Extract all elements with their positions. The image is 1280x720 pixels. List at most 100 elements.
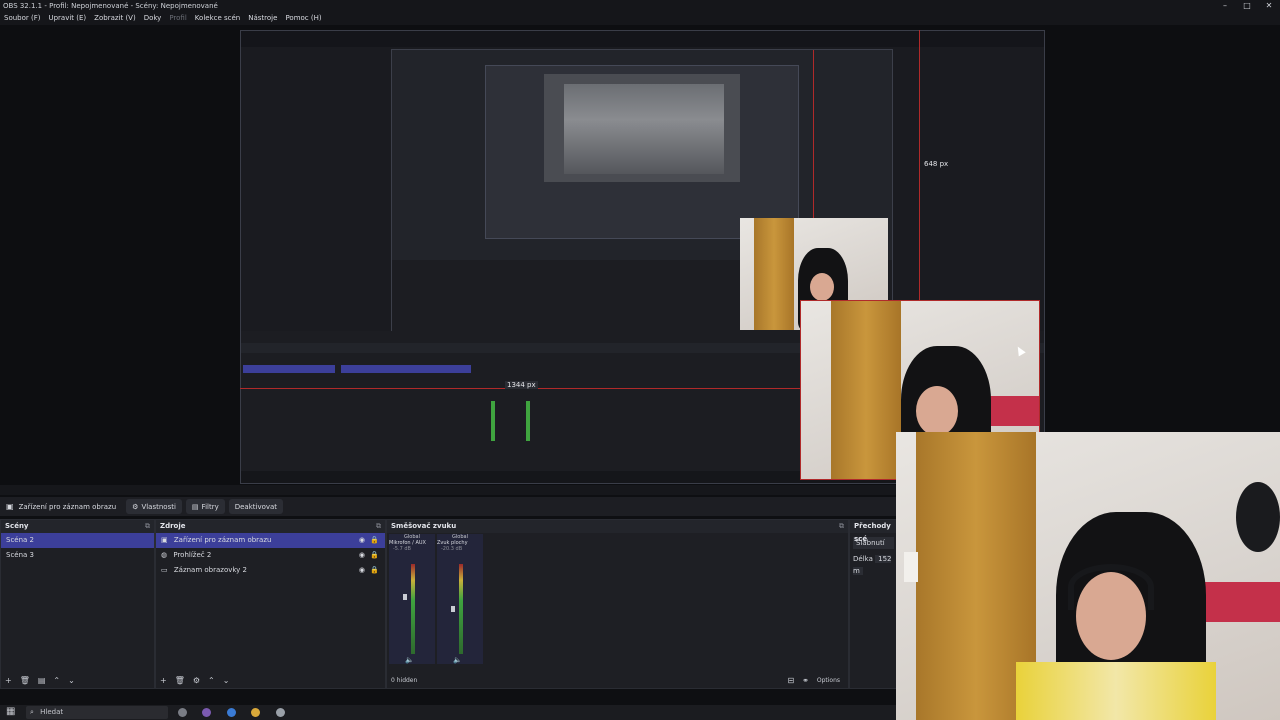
scene-item[interactable]: Scéna 3 (1, 548, 154, 563)
gear-icon: ⚙ (132, 502, 139, 511)
minimize-button[interactable]: – (1214, 0, 1236, 11)
chevron-up-icon[interactable]: ⌃ (208, 676, 215, 685)
layout-icon[interactable]: ⊟ (787, 676, 794, 685)
duration-label: Délka (853, 555, 873, 563)
chevron-up-icon[interactable]: ⌃ (53, 676, 60, 685)
nested-source-selected (341, 365, 471, 373)
add-icon[interactable]: + (160, 676, 167, 685)
audio-mixer-dock: Směšovač zvuku ⧉ Global Mikrofon / AUX -… (386, 519, 849, 689)
menu-file[interactable]: Soubor (F) (0, 14, 44, 22)
scene-item[interactable]: Scéna 2 (1, 533, 154, 548)
menu-tools[interactable]: Nástroje (244, 14, 281, 22)
source-label: Záznam obrazovky 2 (173, 566, 248, 574)
source-item[interactable]: ◍ Prohlížeč 2 ◉ 🔒 (156, 548, 385, 563)
lock-icon[interactable]: 🔒 (370, 563, 379, 578)
mixer-channel: Global Zvuk plochy -20.3 dB 🔈 (437, 534, 483, 664)
taskbar-app-icon[interactable] (178, 708, 187, 717)
webcam-shirt (1016, 662, 1216, 720)
preview-zoom-row (0, 485, 896, 495)
taskbar-search[interactable]: ⌕ Hledat (26, 706, 168, 719)
transitions-header: Přechody scé (850, 520, 897, 543)
maximize-button[interactable]: □ (1236, 0, 1258, 11)
context-source-name: Zařízení pro záznam obrazu (18, 502, 117, 511)
gear-icon[interactable]: ⚙ (193, 676, 200, 685)
webcam-head (916, 386, 958, 436)
webcam-switch (904, 552, 918, 582)
volume-slider[interactable] (451, 606, 455, 612)
start-icon[interactable]: ▦ (6, 706, 15, 717)
properties-button[interactable]: ⚙ Vlastnosti (126, 499, 182, 514)
lock-icon[interactable]: 🔒 (370, 533, 379, 548)
monitor-icon: ▭ (161, 566, 168, 574)
search-icon: ⌕ (30, 708, 34, 716)
menu-bar: Soubor (F) Upravit (E) Zobrazit (V) Doky… (0, 11, 1280, 25)
globe-icon: ◍ (161, 551, 168, 559)
scenes-title: Scény (5, 522, 29, 530)
chevron-down-icon[interactable]: ⌄ (68, 676, 75, 685)
duration-row: Délka 152 m (850, 553, 897, 577)
deactivate-label: Deaktivovat (234, 502, 278, 511)
link-icon[interactable]: ⚭ (802, 676, 809, 685)
taskbar-app-icon[interactable] (227, 708, 236, 717)
scene-label: Scéna 3 (6, 551, 35, 559)
chevron-down-icon[interactable]: ⌄ (223, 676, 230, 685)
measure-line-vertical-nested (813, 50, 814, 220)
menu-view[interactable]: Zobrazit (V) (90, 14, 140, 22)
nested-meter-2 (526, 401, 530, 441)
undock-icon[interactable]: ⧉ (839, 520, 844, 533)
nested-scene-selected (243, 365, 335, 373)
channel-db: -5.7 dB (393, 546, 411, 552)
filters-label: Filtry (201, 502, 219, 511)
menu-help[interactable]: Pomoc (H) (281, 14, 325, 22)
filters-button[interactable]: ▤ Filtry (185, 499, 225, 514)
eye-icon[interactable]: ◉ (359, 533, 365, 548)
source-item[interactable]: ▭ Záznam obrazovky 2 ◉ 🔒 (156, 563, 385, 578)
eye-icon[interactable]: ◉ (359, 563, 365, 578)
chrome-icon[interactable] (251, 708, 260, 717)
menu-profile[interactable]: Profil (165, 14, 190, 22)
webcam-overlay (896, 432, 1280, 720)
lock-icon[interactable]: 🔒 (370, 548, 379, 563)
sources-toolbar: + 🗑 ⚙ ⌃ ⌄ (156, 672, 385, 688)
context-bar: ▣ Zařízení pro záznam obrazu ⚙ Vlastnost… (0, 497, 896, 516)
webcam-headset (1068, 564, 1154, 610)
close-button[interactable]: ✕ (1258, 0, 1280, 11)
webcam-door (754, 218, 794, 330)
window-controls: – □ ✕ (1214, 0, 1280, 11)
scenes-header: Scény ⧉ (1, 520, 154, 533)
speaker-icon[interactable]: 🔈 (405, 656, 414, 664)
eye-icon[interactable]: ◉ (359, 548, 365, 563)
source-item[interactable]: ▣ Zařízení pro záznam obrazu ◉ 🔒 (156, 533, 385, 548)
taskbar-app-icon[interactable] (202, 708, 211, 717)
deactivate-button[interactable]: Deaktivovat (228, 499, 284, 514)
mixer-title: Směšovač zvuku (391, 522, 457, 530)
volume-slider[interactable] (403, 594, 407, 600)
measure-label-horizontal: 1344 px (505, 381, 538, 389)
scenes-toolbar: + 🗑 ▤ ⌃ ⌄ (1, 672, 154, 688)
webcam-mic (1236, 482, 1280, 552)
filter-icon: ▤ (191, 502, 199, 511)
undock-icon[interactable]: ⧉ (145, 520, 150, 533)
hidden-count: 0 hidden (391, 676, 418, 684)
nested-meter-1 (491, 401, 495, 441)
nested-preview-2 (485, 65, 799, 239)
trash-icon[interactable]: 🗑 (20, 676, 30, 685)
speaker-icon[interactable]: 🔈 (453, 656, 462, 664)
menu-scene-collection[interactable]: Kolekce scén (191, 14, 244, 22)
menu-edit[interactable]: Upravit (E) (44, 14, 90, 22)
channel-db: -20.3 dB (441, 546, 463, 552)
mixer-header: Směšovač zvuku ⧉ (387, 520, 848, 533)
options-button[interactable]: Options (817, 677, 840, 684)
filter-icon[interactable]: ▤ (38, 676, 46, 685)
add-icon[interactable]: + (5, 676, 12, 685)
window-titlebar: OBS 32.1.1 - Profil: Nepojmenované - Scé… (0, 0, 1280, 11)
undock-icon[interactable]: ⧉ (376, 520, 381, 533)
camera-icon: ▣ (161, 536, 168, 544)
mixer-channel: Global Mikrofon / AUX -5.7 dB 🔈 (389, 534, 435, 664)
nested-menubar (241, 39, 1044, 47)
scenes-dock: Scény ⧉ Scéna 2 Scéna 3 + 🗑 ▤ ⌃ ⌄ (0, 519, 155, 689)
taskbar-app-icon[interactable] (276, 708, 285, 717)
trash-icon[interactable]: 🗑 (175, 676, 185, 685)
menu-docks[interactable]: Doky (140, 14, 166, 22)
mixer-toolbar: 0 hidden ⊟ ⚭ Options (387, 672, 848, 688)
